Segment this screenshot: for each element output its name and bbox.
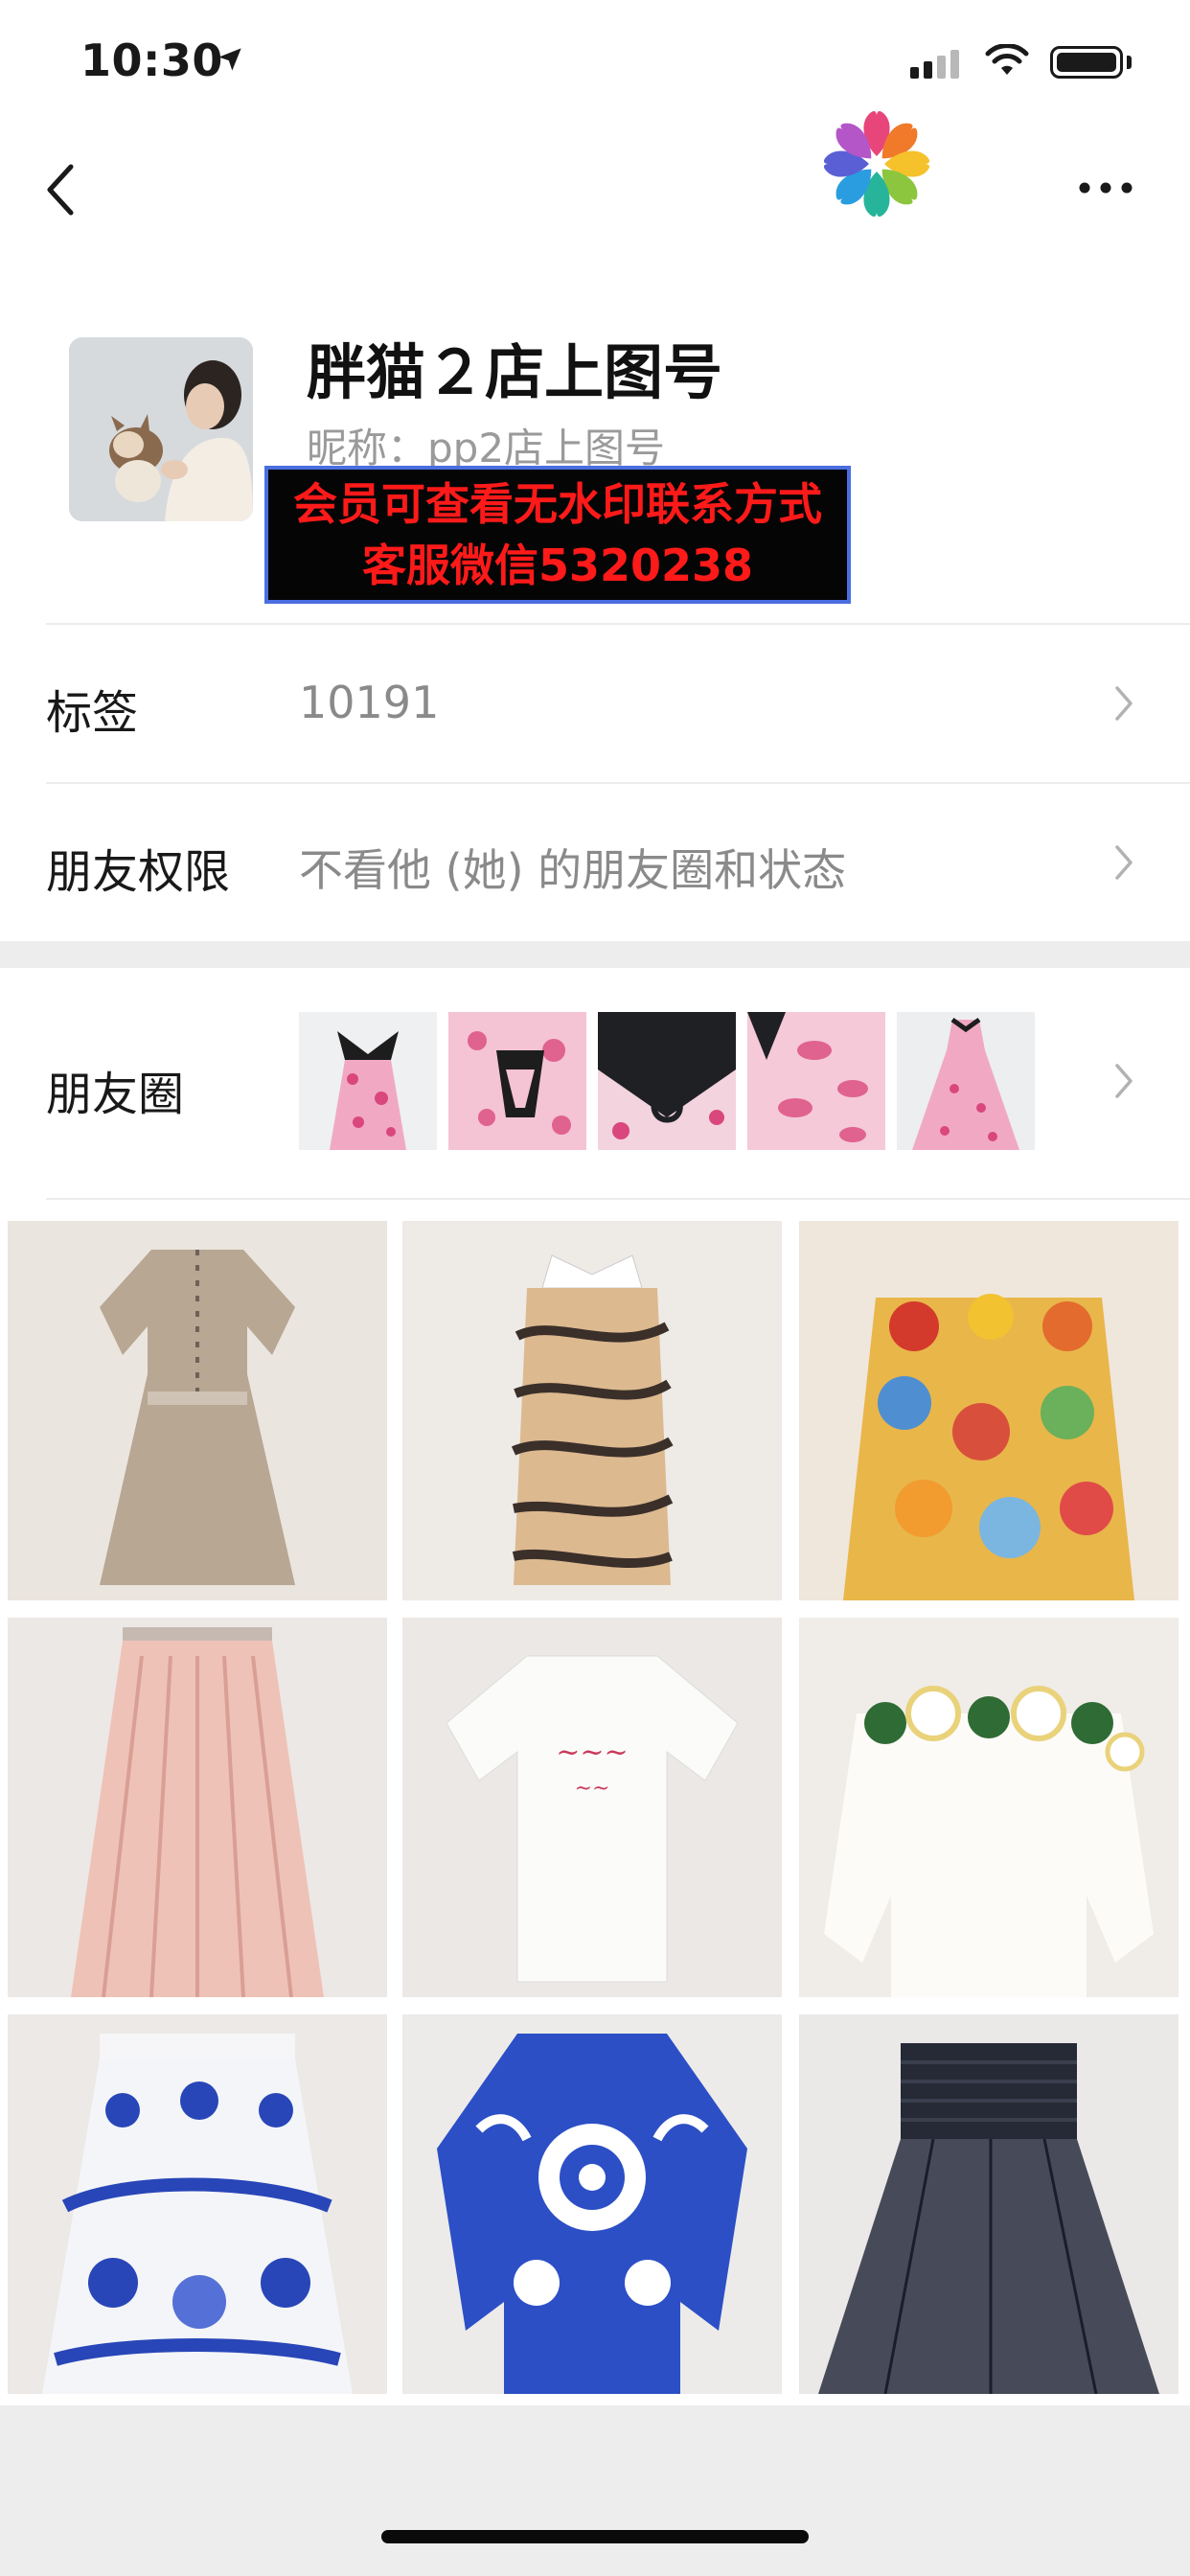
moments-thumbnail (897, 1012, 1035, 1150)
permission-value: 不看他 (她) 的朋友圈和状态 (299, 844, 847, 896)
grid-photo[interactable] (799, 1221, 1179, 1600)
flower-heart-logo-icon (823, 110, 930, 218)
avatar[interactable] (69, 337, 253, 521)
battery-icon (1050, 46, 1123, 79)
moments-thumbnail (598, 1012, 736, 1150)
grid-photo[interactable] (799, 2014, 1179, 2394)
chevron-right-icon (1115, 1064, 1133, 1098)
moments-thumbnail (747, 1012, 885, 1150)
back-chevron-icon[interactable] (44, 163, 77, 217)
tags-label: 标签 (46, 686, 139, 740)
grid-photo[interactable] (8, 2014, 387, 2394)
status-time: 10:30 (80, 34, 223, 86)
location-arrow-icon (218, 48, 241, 71)
battery-tip (1127, 56, 1132, 69)
more-options-icon[interactable] (1077, 180, 1134, 196)
divider (46, 1198, 1190, 1200)
bottom-safe-area (0, 2405, 1190, 2576)
promo-line-2: 客服微信5320238 (361, 540, 754, 591)
tags-row[interactable] (0, 625, 1190, 782)
permission-label: 朋友权限 (46, 845, 231, 899)
moments-thumbnail (448, 1012, 586, 1150)
wifi-icon (985, 44, 1029, 75)
watermark-promo-banner: 会员可查看无水印联系方式 客服微信5320238 (264, 466, 851, 604)
grid-photo[interactable] (799, 1618, 1179, 1997)
cellular-signal-icon (910, 50, 964, 79)
section-separator (0, 941, 1190, 968)
grid-photo[interactable] (402, 1221, 782, 1600)
tags-value: 10191 (299, 677, 440, 728)
grid-photo[interactable] (8, 1618, 387, 1997)
chevron-right-icon (1115, 686, 1133, 721)
home-indicator[interactable] (381, 2530, 809, 2543)
svg-text:~~~: ~~~ (556, 1736, 628, 1769)
avatar-photo (69, 337, 253, 521)
grid-photo[interactable]: ~~~ ~~ (402, 1618, 782, 1997)
grid-photo[interactable] (8, 1221, 387, 1600)
moments-label: 朋友圈 (46, 1068, 185, 1121)
profile-name: 胖猫２店上图号 (307, 337, 723, 407)
moments-thumbnail (299, 1012, 437, 1150)
chevron-right-icon (1115, 845, 1133, 880)
grid-photo[interactable] (402, 2014, 782, 2394)
promo-line-1: 会员可查看无水印联系方式 (293, 478, 822, 530)
svg-text:~~: ~~ (575, 1777, 610, 1801)
